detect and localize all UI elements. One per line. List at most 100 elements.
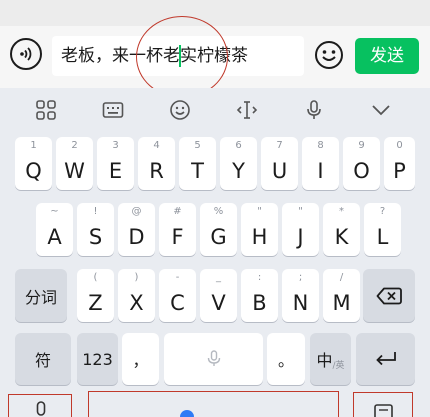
key-l-secondary: ? [379, 206, 386, 217]
key-q-secondary: 1 [30, 140, 37, 151]
key-s[interactable]: ! S [77, 203, 114, 256]
symbol-key-label: 符 [34, 351, 51, 370]
backspace-key[interactable] [363, 269, 415, 322]
key-h-label: H [251, 225, 268, 249]
key-t-secondary: 5 [194, 140, 201, 151]
number-key-label: 123 [82, 349, 113, 369]
key-k[interactable]: * K [323, 203, 360, 256]
keyboard: 1Q 2W 3E 4R 5T 6Y 7U 8I 9O 0P ~ A ! S @ D #… [0, 88, 430, 417]
key-q[interactable]: 1Q [15, 137, 52, 190]
key-v-secondary: _ [216, 272, 221, 283]
key-i-secondary: 8 [317, 140, 324, 151]
enter-icon [375, 352, 396, 366]
key-w-secondary: 2 [71, 140, 78, 151]
space-key[interactable] [164, 333, 263, 385]
key-r[interactable]: 4R [138, 137, 175, 190]
symbol-key[interactable]: 符 [15, 333, 71, 385]
comma-key[interactable]: ， [122, 333, 159, 385]
key-v-label: V [211, 291, 226, 315]
key-p-label: P [393, 159, 406, 183]
key-w[interactable]: 2W [56, 137, 93, 190]
key-u-secondary: 7 [276, 140, 283, 151]
key-s-secondary: ! [93, 206, 98, 217]
emoji-icon[interactable] [169, 99, 191, 121]
comma-key-label: ， [132, 351, 149, 370]
period-key[interactable]: 。 [267, 333, 305, 385]
segment-key[interactable]: 分词 [15, 269, 67, 322]
key-f-secondary: # [173, 206, 182, 217]
clipboard-icon[interactable] [372, 404, 396, 417]
key-f-label: F [171, 225, 184, 249]
key-i-label: I [317, 159, 324, 183]
key-d-label: D [128, 225, 145, 249]
microphone-icon[interactable] [303, 99, 325, 121]
key-m-secondary: / [339, 272, 344, 283]
key-o[interactable]: 9O [343, 137, 380, 190]
key-a[interactable]: ~ A [36, 203, 73, 256]
emoji-button[interactable] [314, 40, 344, 70]
key-a-label: A [47, 225, 62, 249]
key-k-label: K [334, 225, 349, 249]
key-o-secondary: 9 [358, 140, 365, 151]
key-s-label: S [88, 225, 103, 249]
send-button[interactable]: 发送 [355, 38, 419, 74]
key-t[interactable]: 5T [179, 137, 216, 190]
key-e[interactable]: 3E [97, 137, 134, 190]
key-b-label: B [252, 291, 267, 315]
key-b[interactable]: :B [241, 269, 278, 322]
key-q-label: Q [25, 159, 42, 183]
key-y-label: Y [232, 159, 245, 183]
language-switch-key[interactable]: 中/英 [310, 333, 351, 385]
top-strip [0, 0, 430, 26]
key-z[interactable]: (Z [77, 269, 114, 322]
key-b-secondary: : [257, 272, 262, 283]
voice-input-button[interactable] [10, 38, 42, 70]
key-j-label: J [297, 225, 304, 249]
microphone-icon[interactable] [29, 401, 53, 417]
key-k-secondary: * [339, 206, 344, 217]
key-o-label: O [353, 159, 370, 183]
key-d[interactable]: @ D [118, 203, 155, 256]
cursor-move-icon[interactable] [236, 99, 258, 121]
number-key[interactable]: 123 [77, 333, 118, 385]
collapse-keyboard-icon[interactable] [370, 99, 392, 121]
key-x[interactable]: ) X [118, 269, 155, 322]
key-c[interactable]: -C [159, 269, 196, 322]
key-x-secondary: ) [134, 272, 139, 283]
key-y-secondary: 6 [235, 140, 242, 151]
backspace-icon [376, 287, 402, 304]
key-l-label: L [376, 225, 389, 249]
key-p[interactable]: 0P [384, 137, 415, 190]
key-w-label: W [64, 159, 85, 183]
key-g-secondary: % [213, 206, 224, 217]
key-p-secondary: 0 [396, 140, 403, 151]
key-l[interactable]: ? L [364, 203, 401, 256]
enter-key[interactable] [356, 333, 415, 385]
segment-key-label: 分词 [24, 287, 57, 307]
sound-wave-icon [20, 47, 32, 61]
key-u[interactable]: 7U [261, 137, 298, 190]
key-d-secondary: @ [131, 206, 142, 217]
microphone-icon [207, 350, 220, 366]
key-f[interactable]: # F [159, 203, 196, 256]
key-n[interactable]: ; N [282, 269, 319, 322]
key-m[interactable]: / M [323, 269, 360, 322]
period-key-label: 。 [277, 351, 294, 370]
key-g[interactable]: % G [200, 203, 237, 256]
key-i[interactable]: 8I [302, 137, 339, 190]
key-n-label: N [292, 291, 309, 315]
key-v[interactable]: _ V [200, 269, 237, 322]
key-a-secondary: ~ [50, 206, 59, 217]
key-j[interactable]: " J [282, 203, 319, 256]
key-r-label: R [149, 159, 164, 183]
key-h[interactable]: " H [241, 203, 278, 256]
cursor-indicator [180, 410, 194, 417]
keyboard-layout-icon[interactable] [102, 99, 124, 121]
key-r-secondary: 4 [153, 140, 160, 151]
grid-menu-icon[interactable] [35, 99, 57, 121]
key-c-secondary: - [175, 272, 180, 283]
key-n-secondary: ; [298, 272, 303, 283]
key-z-secondary: ( [93, 272, 98, 283]
annotation-box-space [88, 391, 339, 417]
key-y[interactable]: 6Y [220, 137, 257, 190]
